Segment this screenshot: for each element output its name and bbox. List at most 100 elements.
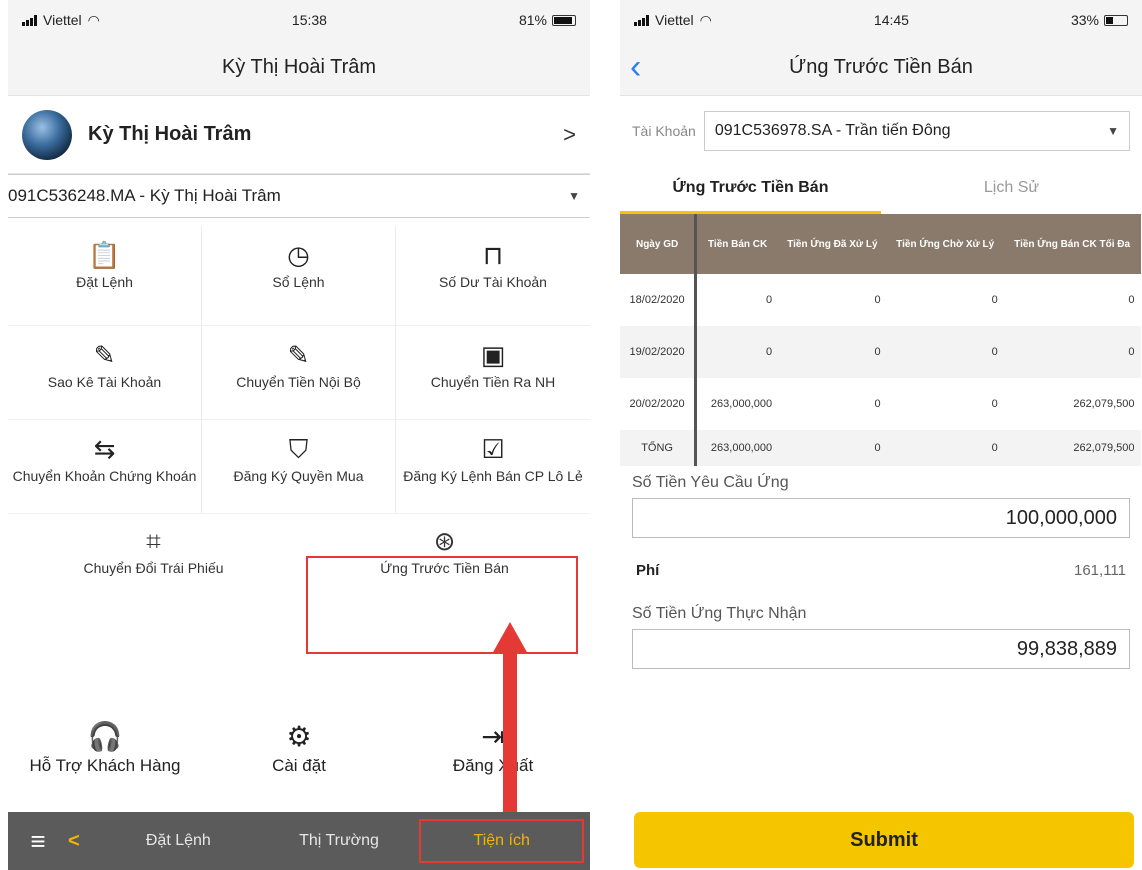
profile-row[interactable]: Kỳ Thị Hoài Trâm > — [8, 96, 590, 174]
battery-fill — [1106, 16, 1114, 24]
menu-item-label: Số Dư Tài Khoản — [439, 274, 547, 290]
table-cell: 0 — [778, 326, 887, 378]
menu-item-chuyen-doi-trai-phieu[interactable]: ⌗ Chuyển Đổi Trái Phiếu — [8, 514, 299, 620]
account-select-value: 091C536978.SA - Trần tiến Đông — [714, 122, 951, 139]
wallet-icon: ▣ — [480, 340, 506, 370]
wifi-icon: ◠ — [87, 11, 100, 28]
nav-bar: ‹ Ứng Trước Tiền Bán — [620, 40, 1142, 96]
menu-item-chuyen-tien-ra-nh[interactable]: ▣ Chuyển Tiền Ra NH — [396, 326, 590, 420]
table-row: 18/02/2020 0 0 0 0 — [620, 274, 1141, 326]
fee-row: Phí 161,111 — [620, 538, 1142, 597]
menu-item-chuyen-tien-noi-bo[interactable]: ✎ Chuyển Tiền Nội Bộ — [202, 326, 396, 420]
logout-button[interactable]: ⇥ Đăng Xuất — [396, 720, 590, 810]
settings-button[interactable]: ⚙ Cài đặt — [202, 720, 396, 810]
menu-item-chuyen-khoan-ck[interactable]: ⇆ Chuyển Khoản Chứng Khoán — [8, 420, 202, 514]
table-cell: 0 — [1003, 326, 1141, 378]
lifebuoy-icon: ⊛ — [433, 526, 456, 556]
menu-item-so-du-tai-khoan[interactable]: ⊓ Số Dư Tài Khoản — [396, 226, 590, 326]
menu-item-label: Đăng Ký Lệnh Bán CP Lô Lẻ — [403, 468, 583, 484]
submit-button[interactable]: Submit — [634, 812, 1134, 868]
advance-table: Ngày GD Tiền Bán CK Tiền Ứng Đã Xử Lý Ti… — [620, 214, 1142, 466]
transfer-icon: ⇆ — [93, 434, 116, 464]
table-cell: 0 — [695, 326, 779, 378]
received-amount-label: Số Tiền Ứng Thực Nhận — [632, 605, 807, 622]
fee-value: 161,111 — [1074, 562, 1126, 579]
clipboard-check-icon: ☑ — [481, 434, 505, 464]
crop-icon: ⌗ — [146, 526, 161, 556]
support-button[interactable]: 🎧 Hỗ Trợ Khách Hàng — [8, 720, 202, 810]
fee-label: Phí — [636, 562, 660, 579]
account-label: Tài Khoản — [632, 123, 696, 139]
page-title: Ứng Trước Tiền Bán — [789, 56, 973, 78]
menu-item-label: Chuyển Tiền Nội Bộ — [236, 374, 361, 390]
battery-icon — [1104, 14, 1128, 26]
table-cell: 0 — [874, 294, 881, 306]
table-cell: 263,000,000 — [695, 430, 779, 466]
tab-lich-su[interactable]: Lịch Sử — [881, 166, 1142, 214]
wifi-icon: ◠ — [699, 11, 712, 28]
table-total-row: TỔNG 263,000,000 0 0 262,079,500 — [620, 430, 1141, 466]
status-bar: Viettel ◠ 15:38 81% — [8, 0, 590, 40]
menu-item-dat-lenh[interactable]: 📋 Đặt Lệnh — [8, 226, 202, 326]
menu-item-so-lenh[interactable]: ◷ Sổ Lệnh — [202, 226, 396, 326]
arrow-shaft — [503, 650, 517, 812]
chevron-right-icon: > — [563, 121, 576, 147]
menu-item-dang-ky-quyen-mua[interactable]: ⛉ Đăng Ký Quyền Mua — [202, 420, 396, 514]
request-amount-label: Số Tiền Yêu Cầu Ứng — [632, 474, 789, 491]
tab-ung-truoc-tien-ban[interactable]: Ứng Trước Tiền Bán — [620, 166, 881, 214]
settings-label: Cài đặt — [272, 756, 326, 775]
battery-percent: 33% — [1070, 12, 1099, 28]
edit-icon: ✎ — [93, 340, 116, 370]
nav-bar: Kỳ Thị Hoài Trâm — [8, 40, 590, 96]
menu-item-label: Sổ Lệnh — [272, 274, 325, 290]
logout-icon: ⇥ — [481, 721, 505, 752]
table-cell: 20/02/2020 — [620, 378, 698, 430]
highlight-box — [306, 556, 578, 654]
status-bar: Viettel ◠ 14:45 33% — [620, 0, 1142, 40]
battery-fill — [554, 16, 572, 24]
account-select-value: 091C536248.MA - Kỳ Thị Hoài Trâm — [8, 186, 281, 205]
battery-icon — [552, 14, 576, 26]
chevron-left-icon[interactable]: < — [68, 830, 98, 853]
menu-item-label: Chuyển Tiền Ra NH — [430, 374, 556, 390]
table-cell: 0 — [765, 294, 773, 306]
column-header: Ngày GD — [620, 214, 698, 274]
request-amount-input[interactable]: 100,000,000 — [632, 498, 1130, 538]
caret-down-icon: ▼ — [568, 189, 580, 203]
table-cell: 262,079,500 — [1003, 430, 1141, 466]
hamburger-menu-icon[interactable]: ≡ — [8, 826, 68, 857]
table-cell: 0 — [886, 430, 1004, 466]
shield-check-icon: ⛉ — [288, 434, 309, 464]
table-cell: TỔNG — [620, 430, 698, 466]
menu-grid: 📋 Đặt Lệnh ◷ Sổ Lệnh ⊓ Số Dư Tài Khoản ✎… — [8, 226, 590, 514]
profile-name: Kỳ Thị Hoài Trâm — [88, 123, 252, 145]
tab-tien-ich[interactable]: Tiện ích — [419, 819, 585, 863]
table-cell: 19/02/2020 — [620, 326, 698, 378]
table-row: 20/02/2020 263,000,000 0 0 262,079,500 — [620, 378, 1141, 430]
table-cell: 0 — [991, 294, 998, 306]
table-cell: 0 — [874, 398, 881, 410]
menu-item-label: Chuyển Khoản Chứng Khoán — [12, 468, 197, 484]
account-select[interactable]: 091C536248.MA - Kỳ Thị Hoài Trâm ▼ — [8, 174, 590, 218]
signal-icon — [634, 14, 649, 26]
edit-icon: ✎ — [287, 340, 310, 370]
logout-label: Đăng Xuất — [452, 756, 534, 775]
support-label: Hỗ Trợ Khách Hàng — [29, 756, 181, 775]
account-select[interactable]: 091C536978.SA - Trần tiến Đông ▼ — [703, 111, 1130, 151]
account-row: Tài Khoản 091C536978.SA - Trần tiến Đông… — [620, 96, 1142, 166]
right-phone-screen: Viettel ◠ 14:45 33% ‹ Ứng Trước Tiền Bán… — [620, 0, 1142, 870]
tab-dat-lenh[interactable]: Đặt Lệnh — [98, 832, 259, 850]
back-icon[interactable]: ‹ — [630, 50, 641, 84]
tab-thi-truong[interactable]: Thị Trường — [259, 832, 420, 850]
menu-item-label: Chuyển Đổi Trái Phiếu — [83, 560, 224, 576]
menu-item-sao-ke[interactable]: ✎ Sao Kê Tài Khoản — [8, 326, 202, 420]
headset-icon: 🎧 — [87, 721, 123, 752]
avatar — [22, 109, 72, 160]
table-cell: 0 — [991, 398, 998, 410]
sub-tabs: Ứng Trước Tiền Bán Lịch Sử — [620, 166, 1142, 214]
table-cell: 0 — [778, 430, 887, 466]
table-row: 19/02/2020 0 0 0 0 — [620, 326, 1141, 378]
menu-item-lo-le[interactable]: ☑ Đăng Ký Lệnh Bán CP Lô Lẻ — [396, 420, 590, 514]
carrier-name: Viettel — [43, 12, 82, 28]
received-amount-field: 99,838,889 — [632, 629, 1130, 669]
